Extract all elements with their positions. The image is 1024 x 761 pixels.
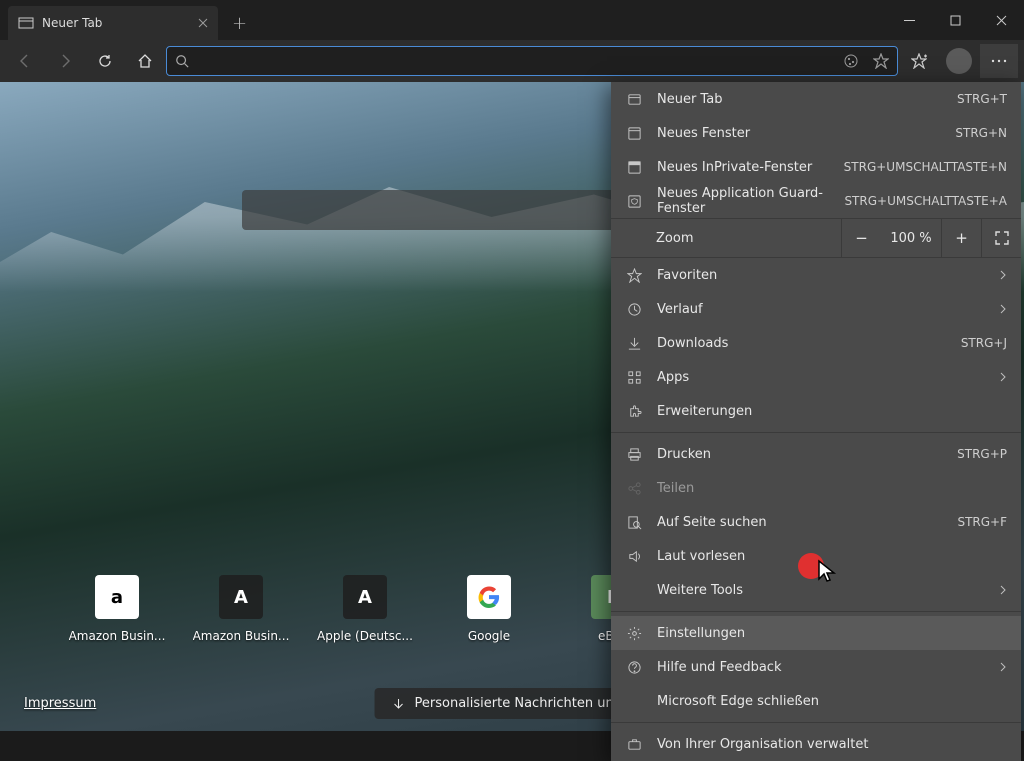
separator bbox=[611, 611, 1021, 612]
search-icon bbox=[175, 54, 189, 68]
menu-inprivate[interactable]: Neues InPrivate-FensterSTRG+UMSCHALTTAST… bbox=[611, 150, 1021, 184]
more-button[interactable] bbox=[980, 44, 1018, 78]
speaker-icon bbox=[625, 549, 643, 564]
refresh-button[interactable] bbox=[86, 44, 124, 78]
menu-managed[interactable]: Von Ihrer Organisation verwaltet bbox=[611, 727, 1021, 761]
chevron-right-icon bbox=[999, 269, 1007, 281]
menu-share: Teilen bbox=[611, 471, 1021, 505]
menu-favorites[interactable]: Favoriten bbox=[611, 258, 1021, 292]
chevron-right-icon bbox=[999, 584, 1007, 596]
imprint-link[interactable]: Impressum bbox=[24, 696, 96, 711]
star-icon bbox=[625, 268, 643, 283]
chevron-right-icon bbox=[999, 661, 1007, 673]
tile[interactable]: Google bbox=[436, 575, 542, 643]
window-icon bbox=[625, 126, 643, 141]
tile[interactable]: aAmazon Busin... bbox=[64, 575, 170, 643]
main-menu: Neuer TabSTRG+T Neues FensterSTRG+N Neue… bbox=[611, 82, 1021, 761]
menu-close-edge[interactable]: Microsoft Edge schließen bbox=[611, 684, 1021, 718]
print-icon bbox=[625, 447, 643, 462]
window-minimize-button[interactable] bbox=[886, 0, 932, 40]
menu-find[interactable]: Auf Seite suchenSTRG+F bbox=[611, 505, 1021, 539]
home-button[interactable] bbox=[126, 44, 164, 78]
chevron-right-icon bbox=[999, 303, 1007, 315]
fullscreen-button[interactable] bbox=[981, 218, 1021, 258]
menu-settings[interactable]: Einstellungen bbox=[611, 616, 1021, 650]
zoom-out-button[interactable]: − bbox=[841, 218, 881, 258]
window-close-button[interactable] bbox=[978, 0, 1024, 40]
favorites-bar-button[interactable] bbox=[900, 44, 938, 78]
gear-icon bbox=[625, 626, 643, 641]
window-maximize-button[interactable] bbox=[932, 0, 978, 40]
find-icon bbox=[625, 515, 643, 530]
menu-zoom: Zoom − 100 % + bbox=[611, 218, 1021, 258]
tab-icon bbox=[18, 15, 34, 31]
menu-history[interactable]: Verlauf bbox=[611, 292, 1021, 326]
menu-appguard[interactable]: Neues Application Guard-FensterSTRG+UMSC… bbox=[611, 184, 1021, 218]
menu-more-tools[interactable]: Weitere Tools bbox=[611, 573, 1021, 607]
puzzle-icon bbox=[625, 404, 643, 419]
menu-new-tab[interactable]: Neuer TabSTRG+T bbox=[611, 82, 1021, 116]
share-icon bbox=[625, 481, 643, 496]
history-icon bbox=[625, 302, 643, 317]
tab-close-icon[interactable] bbox=[198, 18, 208, 28]
separator bbox=[611, 722, 1021, 723]
cookie-icon[interactable] bbox=[843, 53, 859, 69]
chevron-right-icon bbox=[999, 371, 1007, 383]
cursor-icon bbox=[817, 559, 839, 585]
favorite-icon[interactable] bbox=[873, 53, 889, 69]
inprivate-icon bbox=[625, 160, 643, 175]
new-tab-button[interactable]: + bbox=[218, 6, 261, 40]
tab-active[interactable]: Neuer Tab bbox=[8, 6, 218, 40]
menu-apps[interactable]: Apps bbox=[611, 360, 1021, 394]
help-icon bbox=[625, 660, 643, 675]
zoom-in-button[interactable]: + bbox=[941, 218, 981, 258]
menu-help[interactable]: Hilfe und Feedback bbox=[611, 650, 1021, 684]
menu-print[interactable]: DruckenSTRG+P bbox=[611, 437, 1021, 471]
briefcase-icon bbox=[625, 737, 643, 752]
tile[interactable]: AAmazon Busin... bbox=[188, 575, 294, 643]
separator bbox=[611, 432, 1021, 433]
arrow-down-icon bbox=[393, 698, 405, 710]
titlebar: Neuer Tab + bbox=[0, 0, 1024, 40]
profile-button[interactable] bbox=[940, 44, 978, 78]
shield-icon bbox=[625, 194, 643, 209]
menu-extensions[interactable]: Erweiterungen bbox=[611, 394, 1021, 428]
menu-new-window[interactable]: Neues FensterSTRG+N bbox=[611, 116, 1021, 150]
toolbar bbox=[0, 40, 1024, 82]
back-button[interactable] bbox=[6, 44, 44, 78]
tab-icon bbox=[625, 92, 643, 107]
tab-title: Neuer Tab bbox=[42, 16, 102, 30]
forward-button[interactable] bbox=[46, 44, 84, 78]
menu-downloads[interactable]: DownloadsSTRG+J bbox=[611, 326, 1021, 360]
window-controls bbox=[886, 0, 1024, 40]
address-bar[interactable] bbox=[166, 46, 898, 76]
zoom-value: 100 % bbox=[881, 231, 941, 246]
news-bar[interactable]: Personalisierte Nachrichten und r bbox=[375, 688, 650, 719]
apps-icon bbox=[625, 370, 643, 385]
tile[interactable]: AApple (Deutsc... bbox=[312, 575, 418, 643]
quick-links: aAmazon Busin... AAmazon Busin... AApple… bbox=[64, 575, 666, 643]
download-icon bbox=[625, 336, 643, 351]
google-icon bbox=[478, 586, 500, 608]
